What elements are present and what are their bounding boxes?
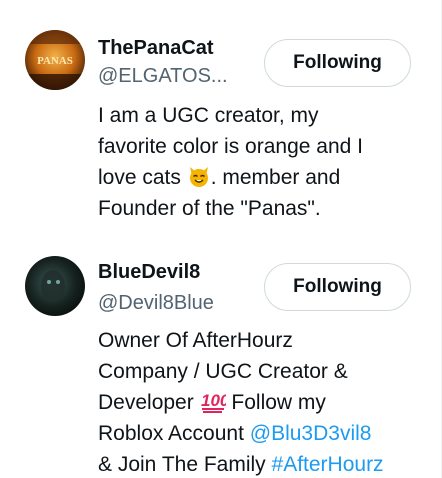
bio-text: Developer [98, 391, 194, 414]
user-bio: Owner Of AfterHourz Company / UGC Creato… [98, 325, 428, 478]
hashtag-link[interactable]: #AfterHourz [272, 453, 384, 476]
user-name[interactable]: ThePanaCat [98, 36, 214, 60]
hundred-points-emoji-icon: 100 [200, 389, 226, 413]
bio-line: & Join The Family #AfterHourz [98, 449, 428, 478]
bio-text: & Join The Family [98, 453, 272, 476]
user-cell-bluedevil8[interactable]: BlueDevil8 @Devil8Blue Following Owner O… [0, 240, 442, 478]
user-handle[interactable]: @ELGATOS... [98, 64, 238, 88]
avatar[interactable]: PANAS [25, 30, 85, 90]
following-list: PANAS ThePanaCat @ELGATOS... Following I… [0, 0, 442, 478]
bio-line: Owner Of AfterHourz [98, 329, 293, 352]
user-bio: I am a UGC creator, my favorite color is… [98, 100, 428, 224]
bio-text: . member and [210, 166, 341, 189]
bio-text: Roblox Account [98, 422, 250, 445]
following-button[interactable]: Following [264, 263, 411, 311]
bio-line: Company / UGC Creator & [98, 360, 348, 383]
avatar-logo-text: PANAS [37, 55, 73, 67]
mention-link[interactable]: @Blu3D3vil8 [250, 422, 372, 445]
bio-line: I am a UGC creator, my [98, 104, 319, 127]
following-button[interactable]: Following [264, 39, 411, 87]
bio-line: Roblox Account @Blu3D3vil8 [98, 418, 428, 449]
bio-line: love cats . member and [98, 162, 428, 193]
user-handle[interactable]: @Devil8Blue [98, 291, 238, 315]
cat-face-emoji-icon [187, 164, 211, 188]
svg-text:100: 100 [201, 391, 226, 410]
user-name[interactable]: BlueDevil8 [98, 260, 200, 284]
bio-text: love cats [98, 166, 181, 189]
user-cell-thepanacat[interactable]: PANAS ThePanaCat @ELGATOS... Following I… [0, 0, 442, 240]
bio-text: Follow my [225, 391, 326, 414]
avatar[interactable] [25, 256, 85, 316]
bio-line: Founder of the "Panas". [98, 197, 321, 220]
bio-line: Developer 100 Follow my [98, 387, 428, 418]
bio-line: favorite color is orange and I [98, 135, 363, 158]
